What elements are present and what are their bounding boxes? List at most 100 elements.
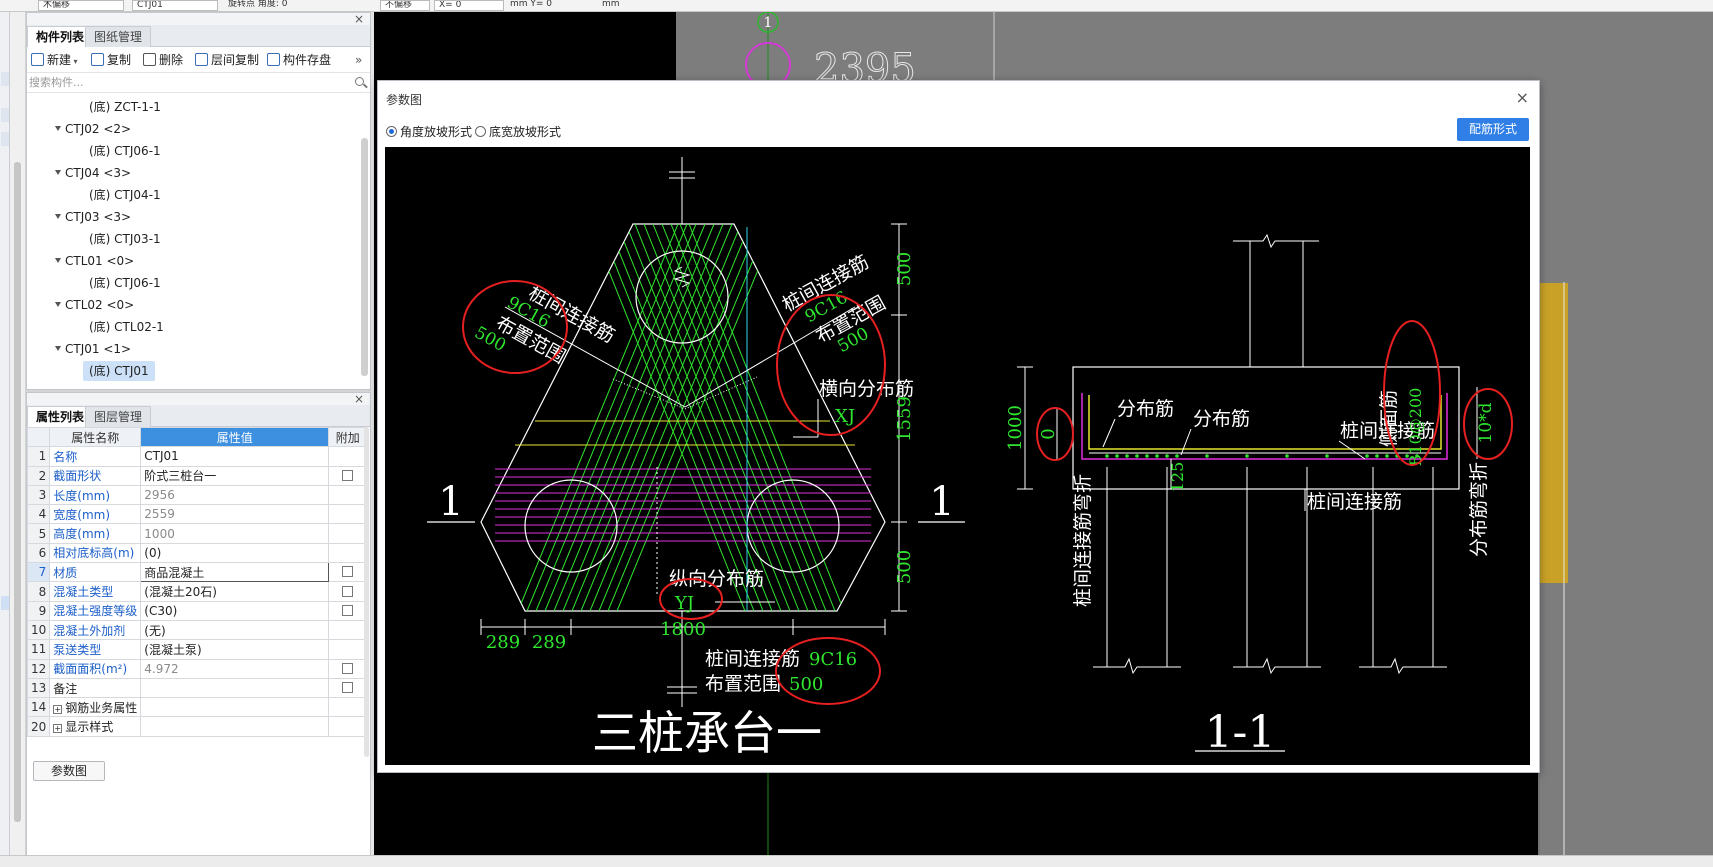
expand-arrow-icon[interactable] [55,170,61,175]
row-number: 1 [26,446,51,467]
tree-label: CTL01 <0> [65,254,135,268]
save-component-button[interactable]: 构件存盘 [267,51,331,69]
toolbar-overflow-button[interactable]: » [355,51,362,69]
tree-group[interactable]: CTL02 <0> [55,295,134,315]
property-value[interactable]: (C30) [140,600,330,621]
table-row[interactable]: 11 泵送类型 (混凝土泵) [26,639,368,660]
property-value[interactable]: (混凝土20石) [140,581,330,602]
tab-layer-management[interactable]: 图层管理 [85,406,152,427]
tree-item[interactable]: (底) CTJ01 [83,361,155,381]
table-row[interactable]: 5 高度(mm) 1000 [26,523,368,544]
expand-plus-icon[interactable]: + [53,724,63,734]
radio-angle-slope[interactable]: 角度放坡形式 [386,123,472,140]
property-value[interactable]: 2956 [140,484,330,506]
tree-item[interactable]: (底) ZCT-1-1 [89,97,161,117]
tree-label: CTJ01 <1> [65,342,132,356]
property-value[interactable] [140,716,330,737]
table-row[interactable]: 8 混凝土类型 (混凝土20石) [26,581,368,602]
tree-group[interactable]: CTJ03 <3> [55,207,131,227]
table-row[interactable]: 1 名称 CTJ01 [26,446,368,467]
property-value[interactable]: 2559 [140,504,330,525]
dim-289-a: 289 [486,632,520,653]
tree-label: CTL02 <0> [65,298,135,312]
property-value[interactable]: (无) [140,619,330,641]
close-icon[interactable]: × [354,392,364,406]
attach-checkbox[interactable] [342,469,354,481]
attach-checkbox[interactable] [342,662,354,674]
no-offset-select[interactable]: 不偏移 [380,0,430,11]
attach-checkbox[interactable] [342,604,354,616]
offset-select[interactable]: 木偏移 [38,0,124,11]
table-row[interactable]: 12 截面面积(m²) 4.972 [26,658,368,679]
property-value[interactable]: 1000 [140,523,330,544]
tree-item[interactable]: (底) CTL02-1 [89,317,164,337]
bend-label: 桩间连接筋弯折 [1072,474,1094,607]
property-value[interactable] [140,697,330,718]
close-icon[interactable]: × [354,12,364,26]
table-row[interactable]: 10 混凝土外加剂 (无) [26,619,368,641]
row-number: 4 [26,504,51,525]
y-input[interactable]: mm Y= 0 [506,0,596,11]
table-row[interactable]: 20 + 显示样式 [26,716,368,737]
nav-block[interactable] [1,132,9,146]
rebar-form-button[interactable]: 配筋形式 [1457,118,1529,141]
attach-cell [328,600,368,621]
table-row[interactable]: 14 + 钢筋业务属性 [26,697,368,718]
expand-arrow-icon[interactable] [55,258,61,263]
tree-group[interactable]: CTJ04 <3> [55,163,131,183]
tab-drawing-management[interactable]: 图纸管理 [85,26,152,47]
tree-group[interactable]: CTJ01 <1> [55,339,131,359]
nav-block[interactable] [1,72,9,86]
tree-item[interactable]: (底) CTJ06-1 [89,141,161,161]
expand-arrow-icon[interactable] [55,126,61,131]
property-value[interactable] [140,677,330,699]
table-row[interactable]: 6 相对底标高(m) (0) [26,542,368,564]
delete-button[interactable]: 删除 [143,51,183,69]
property-value[interactable]: (混凝土泵) [140,639,330,660]
table-row[interactable]: 4 宽度(mm) 2559 [26,504,368,525]
scroll-thumb[interactable] [14,162,21,822]
table-row[interactable]: 2 截面形状 阶式三桩台一 [26,465,368,486]
attach-checkbox[interactable] [342,682,354,693]
search-input[interactable]: 搜索构件... [27,73,370,93]
expand-arrow-icon[interactable] [55,346,61,351]
property-value[interactable]: 商品混凝土 [140,562,330,583]
tree-item[interactable]: (底) CTJ03-1 [89,229,161,249]
table-row[interactable]: 9 混凝土强度等级 (C30) [26,600,368,621]
nav-block[interactable] [1,108,9,122]
search-icon[interactable] [355,77,364,86]
property-value[interactable]: (0) [140,542,330,564]
tree-scrollbar[interactable] [361,138,368,376]
new-button[interactable]: 新建 ▾ [31,51,78,69]
property-value[interactable]: 阶式三桩台一 [140,465,330,486]
table-row[interactable]: 7 材质 商品混凝土 [26,562,368,583]
table-row[interactable]: 3 长度(mm) 2956 [26,484,368,506]
tab-component-list[interactable]: 构件列表 [27,26,94,47]
x-input[interactable]: X= 0 [434,0,504,11]
dialog-close-icon[interactable]: × [1516,88,1529,107]
property-value[interactable]: CTJ01 [140,446,330,467]
component-select[interactable]: CTJ01 [132,0,218,11]
table-row[interactable]: 13 备注 [26,677,368,699]
attach-cell [328,504,368,525]
expand-plus-icon[interactable]: + [53,704,63,714]
copy-button[interactable]: 复制 [91,51,131,69]
attach-checkbox[interactable] [342,585,354,597]
parameter-drawing-button[interactable]: 参数图 [33,761,105,781]
left-scrollbar[interactable] [10,12,26,867]
tree-group[interactable]: CTL01 <0> [55,251,134,271]
expand-arrow-icon[interactable] [55,214,61,219]
property-value[interactable]: 4.972 [140,658,330,679]
property-scrollbar[interactable] [364,427,369,757]
save-icon [267,53,280,66]
tree-group[interactable]: CTJ02 <2> [55,119,131,139]
tree-item[interactable]: (底) CTJ06-1 [89,273,161,293]
tab-property-list[interactable]: 属性列表 [27,406,94,427]
attach-checkbox[interactable] [342,566,354,578]
tree-item[interactable]: (底) CTJ04-1 [89,185,161,205]
expand-arrow-icon[interactable] [55,302,61,307]
nav-block[interactable] [1,596,9,610]
floor-copy-button[interactable]: 层间复制 [195,51,259,69]
value-range-bottom: 500 [789,674,823,695]
radio-bottom-width-slope[interactable]: 底宽放坡形式 [475,123,561,140]
